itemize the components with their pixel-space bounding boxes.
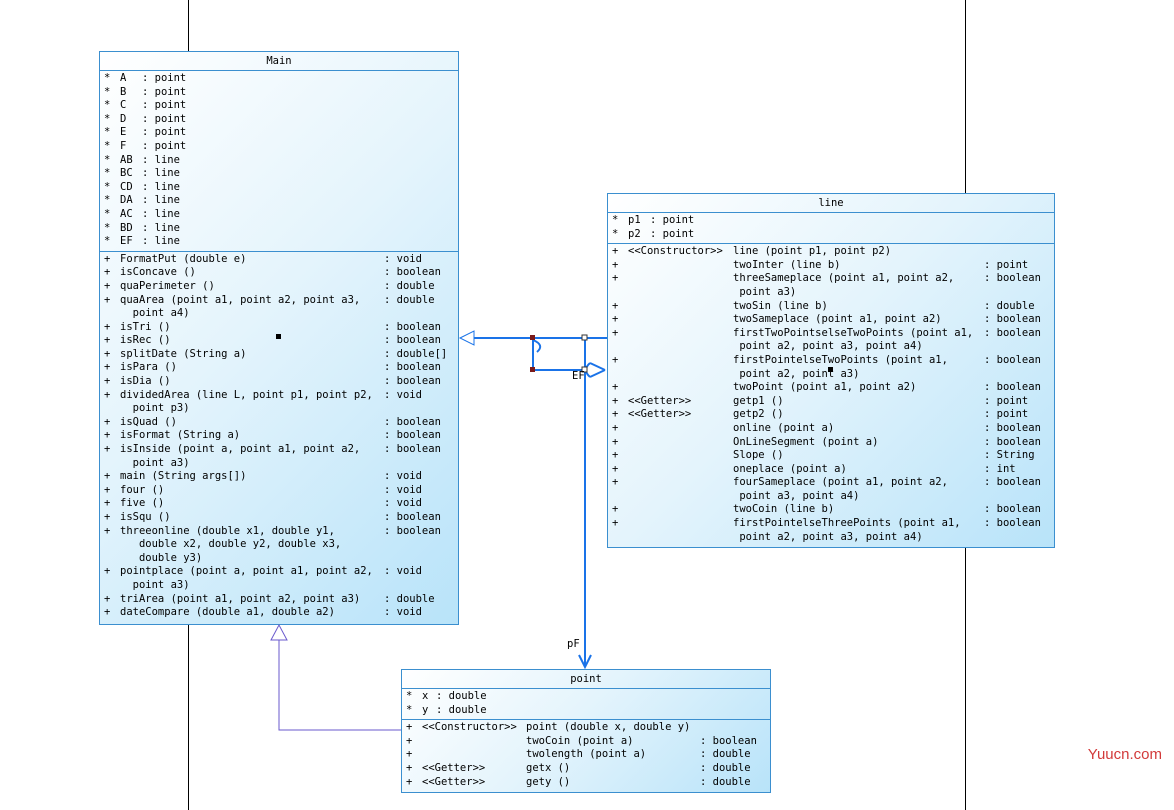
selection-marker [276,334,281,339]
role-label-pf: pF [567,638,580,650]
handle[interactable] [530,335,535,340]
role-label-ef: EF [572,370,585,382]
generalization-point-to-main[interactable] [278,640,401,731]
selection-marker [828,367,833,372]
loop-arc [532,339,542,353]
handle[interactable] [530,367,535,372]
connectors [270,330,607,731]
watermark: Yuucn.com [1087,746,1162,763]
arrowhead-ef [585,362,606,378]
handle[interactable] [581,334,588,341]
hollow-arrowhead-main [458,330,475,346]
generalization-arrowhead [270,623,288,641]
association-self-loop[interactable] [532,338,585,371]
